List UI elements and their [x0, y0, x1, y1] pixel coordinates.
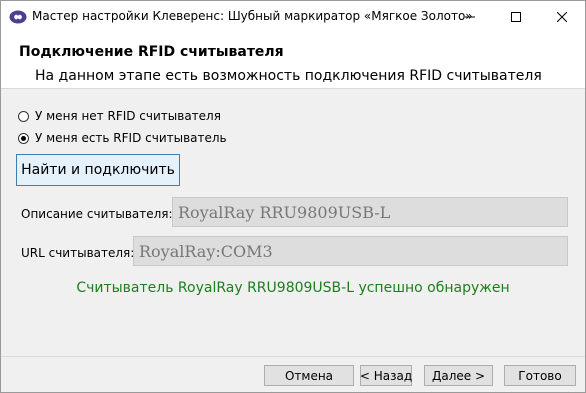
wizard-content: У меня нет RFID считывателя У меня есть …	[1, 89, 585, 359]
radio-checked-icon	[18, 132, 29, 144]
detection-status: Считыватель RoyalRay RRU9809USB-L успешн…	[76, 280, 510, 296]
no-reader-label: У меня нет RFID считывателя	[35, 109, 221, 123]
finish-button[interactable]: Готово	[504, 365, 576, 386]
close-icon	[557, 11, 567, 22]
page-subtitle: На данном этапе есть возможность подключ…	[35, 68, 542, 84]
maximize-icon	[511, 11, 521, 22]
next-button[interactable]: Далее >	[424, 365, 493, 386]
no-reader-radio[interactable]: У меня нет RFID считывателя	[18, 109, 221, 123]
reader-url-label: URL считывателя:	[21, 246, 135, 260]
back-button[interactable]: < Назад	[360, 365, 412, 386]
app-logo-icon	[9, 9, 27, 24]
minimize-icon	[465, 12, 475, 22]
radio-unchecked-icon	[18, 110, 29, 122]
reader-description-label: Описание считывателя:	[21, 207, 173, 221]
find-and-connect-button[interactable]: Найти и подключить	[16, 154, 180, 186]
page-title: Подключение RFID считывателя	[19, 44, 284, 60]
cancel-button[interactable]: Отмена	[264, 365, 354, 386]
reader-url-field[interactable]: RoyalRay:COM3	[133, 236, 568, 266]
wizard-header: Подключение RFID считывателя На данном э…	[1, 32, 585, 89]
has-reader-label: У меня есть RFID считыватель	[35, 131, 227, 145]
wizard-footer: Отмена < Назад Далее > Готово	[1, 356, 585, 392]
close-button[interactable]	[539, 1, 585, 32]
reader-description-field[interactable]: RoyalRay RRU9809USB-L	[172, 197, 568, 227]
window-title: Мастер настройки Клеверенс: Шубный марки…	[32, 9, 473, 23]
maximize-button[interactable]	[493, 1, 539, 32]
has-reader-radio[interactable]: У меня есть RFID считыватель	[18, 131, 227, 145]
title-bar[interactable]: Мастер настройки Клеверенс: Шубный марки…	[1, 1, 585, 32]
minimize-button[interactable]	[447, 1, 493, 32]
wizard-window: Мастер настройки Клеверенс: Шубный марки…	[0, 0, 586, 393]
